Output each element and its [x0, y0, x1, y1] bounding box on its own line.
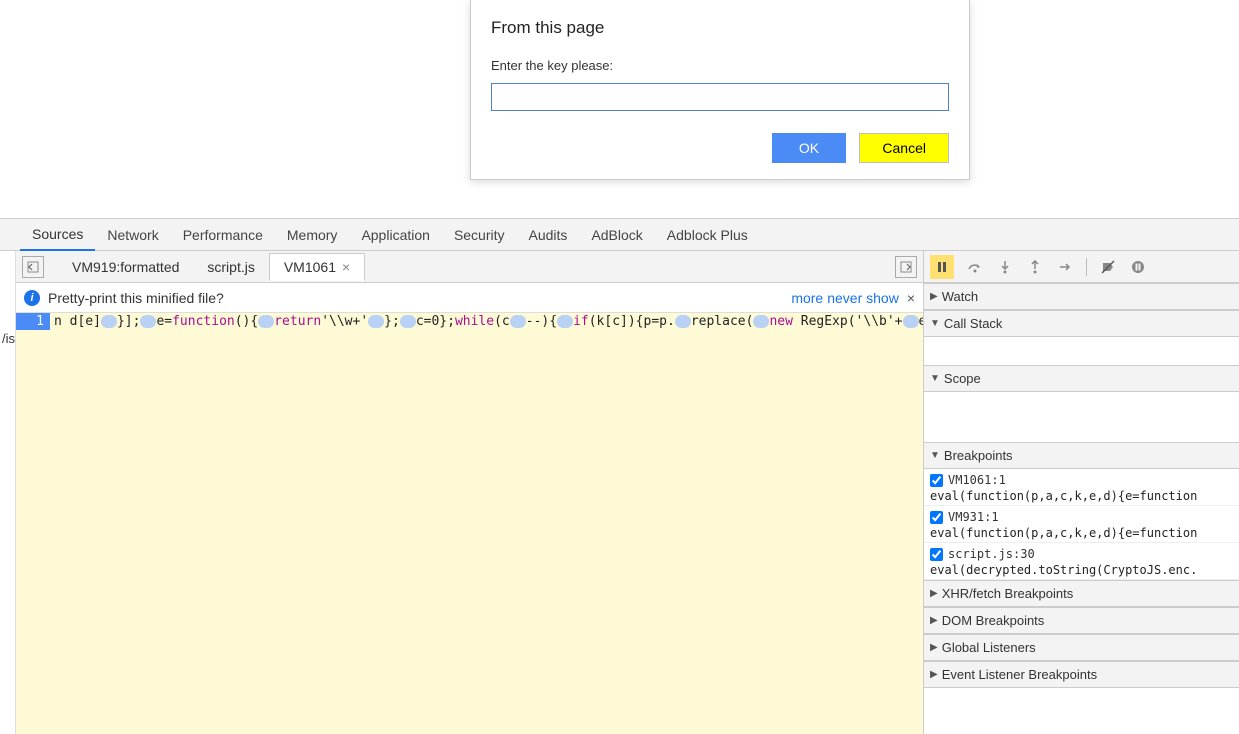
- devtools-tabbar: Sources Network Performance Memory Appli…: [0, 219, 1239, 251]
- pause-on-exceptions-button[interactable]: [1129, 258, 1147, 276]
- breakpoints-body: VM1061:1eval(function(p,a,c,k,e,d){e=fun…: [924, 469, 1239, 580]
- deactivate-breakpoints-button[interactable]: [1099, 258, 1117, 276]
- breakpoint-snippet: eval(decrypted.toString(CryptoJS.enc.: [930, 561, 1233, 577]
- step-out-button[interactable]: [1026, 258, 1044, 276]
- section-label: XHR/fetch Breakpoints: [942, 586, 1074, 601]
- step-button[interactable]: [1056, 258, 1074, 276]
- navigator-toggle-icon[interactable]: [22, 256, 44, 278]
- file-tab-label: VM1061: [284, 259, 336, 275]
- chevron-right-icon: ▶: [930, 291, 938, 302]
- line-number[interactable]: 1: [16, 313, 50, 330]
- tab-audits[interactable]: Audits: [517, 220, 580, 250]
- callstack-body: [924, 337, 1239, 365]
- breakpoint-snippet: eval(function(p,a,c,k,e,d){e=function: [930, 524, 1233, 540]
- info-icon: i: [24, 290, 40, 306]
- notice-more-link[interactable]: more: [791, 290, 823, 306]
- section-dom[interactable]: ▶ DOM Breakpoints: [924, 607, 1239, 634]
- debugger-sidebar: ▶ Watch ▼ Call Stack ▼ Scope ▼ Breakpoints V…: [924, 251, 1239, 734]
- breakpoint-checkbox[interactable]: [930, 511, 943, 524]
- file-tab-2[interactable]: VM1061 ×: [269, 253, 365, 281]
- scope-body: [924, 392, 1239, 442]
- step-over-button[interactable]: [966, 258, 984, 276]
- section-label: Breakpoints: [944, 448, 1013, 463]
- section-label: Call Stack: [944, 316, 1003, 331]
- chevron-down-icon: ▼: [930, 318, 940, 329]
- dialog-input[interactable]: [491, 83, 949, 111]
- breakpoint-checkbox[interactable]: [930, 474, 943, 487]
- close-icon[interactable]: ×: [342, 259, 350, 275]
- step-into-button[interactable]: [996, 258, 1014, 276]
- file-tab-1[interactable]: script.js: [193, 254, 268, 280]
- tab-application[interactable]: Application: [349, 220, 442, 250]
- breakpoint-location: script.js:30: [948, 547, 1035, 561]
- section-label: DOM Breakpoints: [942, 613, 1045, 628]
- chevron-right-icon: ▶: [930, 615, 938, 626]
- chevron-right-icon: ▶: [930, 642, 938, 653]
- section-callstack[interactable]: ▼ Call Stack: [924, 310, 1239, 337]
- show-drawer-icon[interactable]: [895, 256, 917, 278]
- debug-toolbar: [924, 251, 1239, 283]
- section-label: Scope: [944, 371, 981, 386]
- separator: [1086, 258, 1087, 276]
- file-navigator-collapsed[interactable]: /is: [0, 251, 16, 734]
- breakpoint-item[interactable]: VM931:1eval(function(p,a,c,k,e,d){e=func…: [924, 506, 1239, 543]
- breakpoint-location: VM931:1: [948, 510, 999, 524]
- section-global[interactable]: ▶ Global Listeners: [924, 634, 1239, 661]
- tab-adblock-plus[interactable]: Adblock Plus: [655, 220, 760, 250]
- file-tab-label: VM919:formatted: [72, 259, 179, 275]
- notice-text: Pretty-print this minified file?: [48, 290, 224, 306]
- section-label: Event Listener Breakpoints: [942, 667, 1097, 682]
- code-editor[interactable]: 1 n d[e]}];e=function(){return'\\w+'};c=…: [16, 313, 923, 734]
- file-tab-0[interactable]: VM919:formatted: [58, 254, 193, 280]
- breakpoint-item[interactable]: VM1061:1eval(function(p,a,c,k,e,d){e=fun…: [924, 469, 1239, 506]
- section-event[interactable]: ▶ Event Listener Breakpoints: [924, 661, 1239, 688]
- dialog-label: Enter the key please:: [491, 58, 949, 73]
- section-label: Global Listeners: [942, 640, 1036, 655]
- devtools-panel: Sources Network Performance Memory Appli…: [0, 218, 1239, 734]
- dialog-title: From this page: [491, 18, 949, 38]
- section-xhr[interactable]: ▶ XHR/fetch Breakpoints: [924, 580, 1239, 607]
- notice-never-link[interactable]: never show: [827, 290, 899, 306]
- section-breakpoints[interactable]: ▼ Breakpoints: [924, 442, 1239, 469]
- chevron-down-icon: ▼: [930, 450, 940, 461]
- prompt-dialog: From this page Enter the key please: OK …: [470, 0, 970, 180]
- pretty-print-notice: i Pretty-print this minified file? more …: [16, 283, 923, 313]
- tab-adblock[interactable]: AdBlock: [579, 220, 654, 250]
- tab-sources[interactable]: Sources: [20, 219, 95, 251]
- section-label: Watch: [942, 289, 978, 304]
- navigator-item[interactable]: /is: [2, 331, 15, 346]
- pause-resume-button[interactable]: [930, 255, 954, 279]
- chevron-right-icon: ▶: [930, 669, 938, 680]
- tab-memory[interactable]: Memory: [275, 220, 350, 250]
- section-watch[interactable]: ▶ Watch: [924, 283, 1239, 310]
- editor-column: VM919:formatted script.js VM1061 × i Pret…: [16, 251, 924, 734]
- tab-network[interactable]: Network: [95, 220, 170, 250]
- cancel-button[interactable]: Cancel: [859, 133, 949, 163]
- code-line[interactable]: n d[e]}];e=function(){return'\\w+'};c=0}…: [54, 313, 923, 734]
- close-icon[interactable]: ×: [907, 290, 915, 306]
- ok-button[interactable]: OK: [772, 133, 846, 163]
- breakpoint-snippet: eval(function(p,a,c,k,e,d){e=function: [930, 487, 1233, 503]
- breakpoint-checkbox[interactable]: [930, 548, 943, 561]
- breakpoint-item[interactable]: script.js:30eval(decrypted.toString(Cryp…: [924, 543, 1239, 580]
- breakpoint-location: VM1061:1: [948, 473, 1006, 487]
- line-gutter: 1: [16, 313, 54, 734]
- file-tab-bar: VM919:formatted script.js VM1061 ×: [16, 251, 923, 283]
- chevron-right-icon: ▶: [930, 588, 938, 599]
- section-scope[interactable]: ▼ Scope: [924, 365, 1239, 392]
- tab-security[interactable]: Security: [442, 220, 517, 250]
- tab-performance[interactable]: Performance: [171, 220, 275, 250]
- file-tab-label: script.js: [207, 259, 254, 275]
- chevron-down-icon: ▼: [930, 373, 940, 384]
